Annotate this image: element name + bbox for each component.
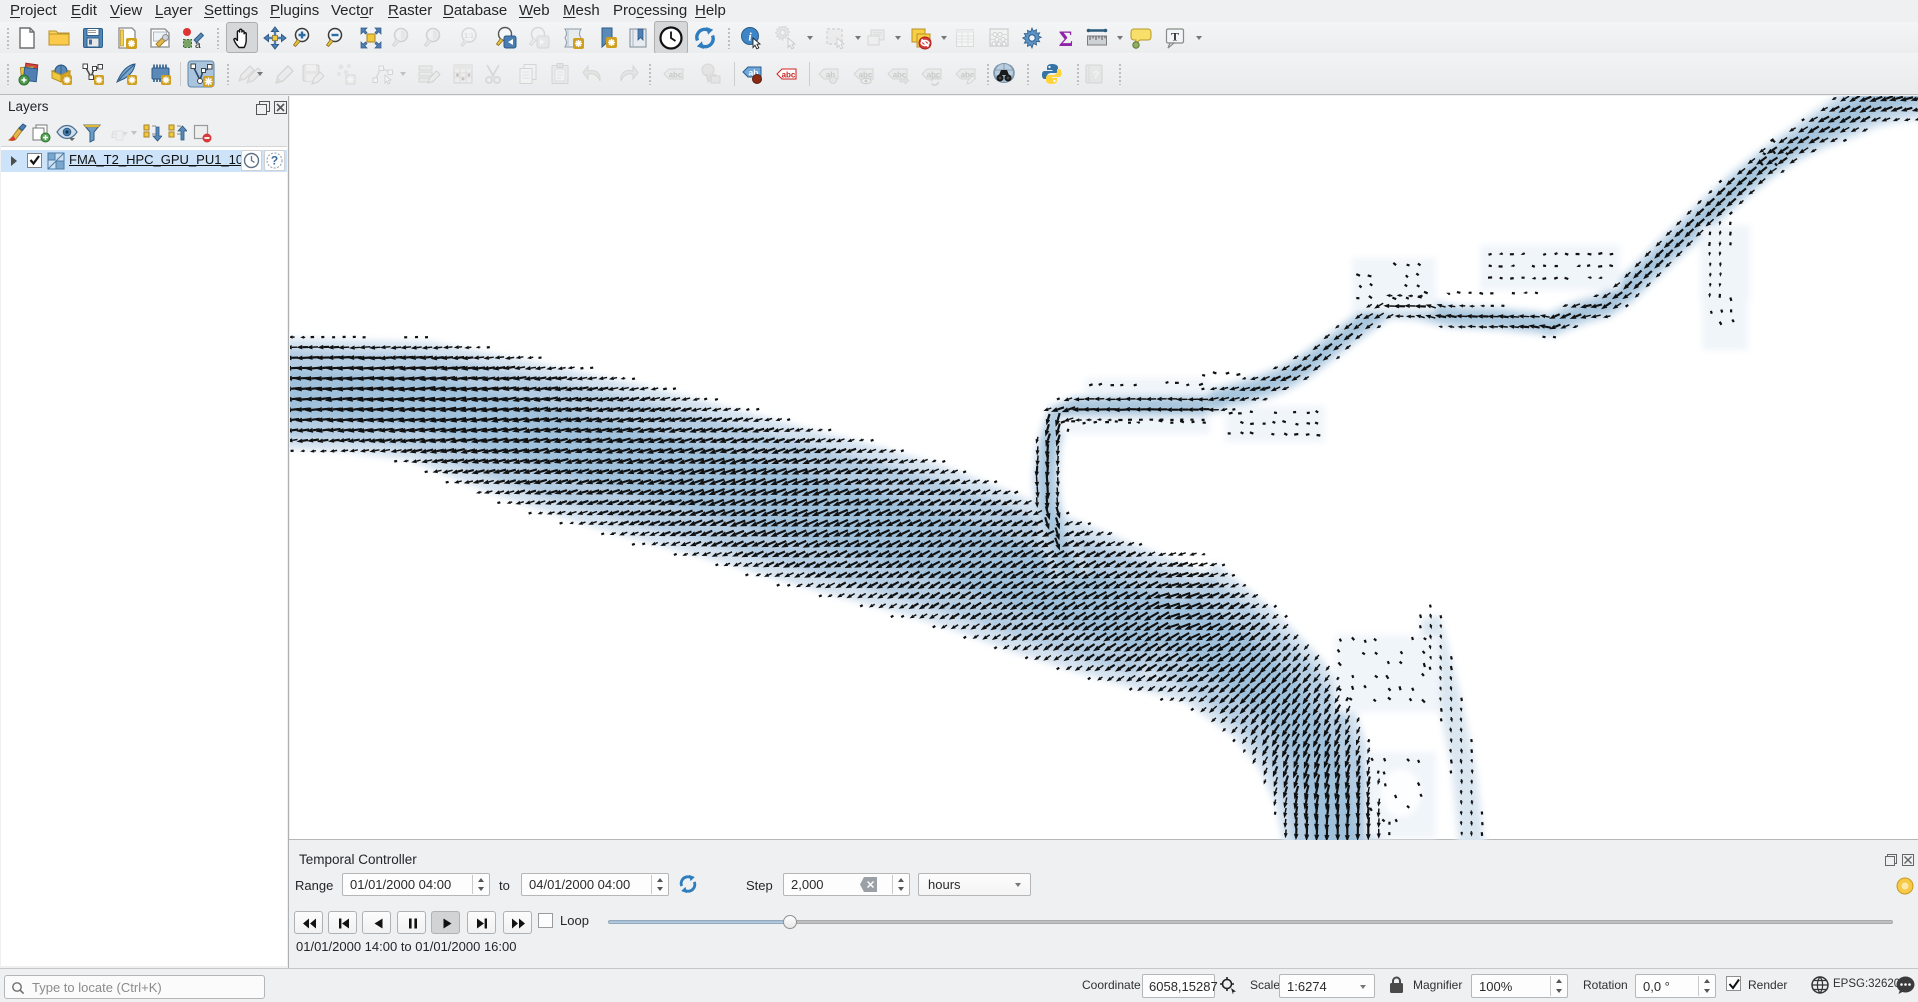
svg-text:abc: abc — [782, 71, 796, 80]
svg-text:?: ? — [271, 154, 278, 168]
svg-text:?: ? — [1093, 70, 1100, 82]
svg-text:1:1: 1:1 — [464, 33, 474, 40]
svg-text:abc: abc — [669, 71, 683, 80]
svg-text:a: a — [195, 40, 201, 50]
svg-text:Σ: Σ — [1059, 26, 1073, 50]
svg-text:T: T — [1171, 30, 1179, 44]
